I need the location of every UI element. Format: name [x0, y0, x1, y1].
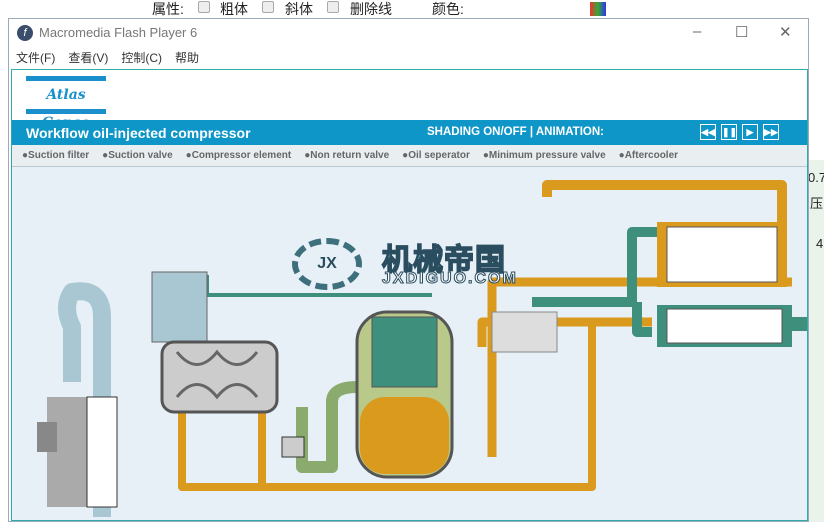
part-suction-filter[interactable]: ●Suction filter: [22, 150, 89, 161]
part-suction-valve[interactable]: ●Suction valve: [102, 150, 173, 161]
flash-stage: Atlas Copco Workflow oil-injected compre…: [11, 69, 808, 521]
close-button[interactable]: ✕: [779, 23, 792, 41]
minimum-pressure-valve: [491, 311, 558, 353]
flash-player-window: f Macromedia Flash Player 6 – ☐ ✕ 文件(F) …: [8, 18, 809, 522]
shading-toggle[interactable]: SHADING ON/OFF | ANIMATION:: [427, 126, 604, 138]
suction-valve: [151, 271, 208, 343]
part-compressor-element[interactable]: ●Compressor element: [186, 150, 292, 161]
atlas-copco-logo: Atlas Copco: [26, 76, 106, 131]
flash-icon: f: [17, 24, 33, 41]
color-picker-icon[interactable]: [590, 2, 606, 16]
part-aftercooler[interactable]: ●Aftercooler: [619, 150, 678, 161]
strike-label: 删除线: [350, 1, 392, 17]
title-bar: f Macromedia Flash Player 6 – ☐ ✕: [9, 19, 808, 46]
props-label: 属性:: [152, 1, 184, 17]
rewind-button[interactable]: ◀◀: [700, 124, 716, 140]
part-non-return-valve[interactable]: ●Non return valve: [304, 150, 389, 161]
maximize-button[interactable]: ☐: [735, 23, 748, 41]
minimize-button[interactable]: –: [693, 23, 701, 40]
color-label: 颜色:: [432, 1, 464, 17]
menu-help[interactable]: 帮助: [175, 49, 199, 66]
part-minimum-pressure-valve[interactable]: ●Minimum pressure valve: [483, 150, 606, 161]
header-bar: Workflow oil-injected compressor SHADING…: [12, 120, 807, 145]
play-button[interactable]: ▶: [742, 124, 758, 140]
discharge-pipe: [296, 381, 358, 473]
menu-view[interactable]: 查看(V): [68, 49, 108, 66]
bold-checkbox[interactable]: [198, 1, 210, 13]
fast-forward-button[interactable]: ▶▶: [763, 124, 779, 140]
strike-checkbox[interactable]: [327, 1, 339, 13]
menu-file[interactable]: 文件(F): [16, 49, 55, 66]
parts-nav: ●Suction filter ●Suction valve ●Compress…: [12, 145, 807, 167]
app-title: Workflow oil-injected compressor: [26, 125, 251, 141]
bold-label: 粗体: [220, 1, 248, 17]
background-sheet: 0.7 压 4: [808, 160, 824, 522]
non-return-valve: [281, 436, 305, 458]
part-oil-separator[interactable]: ●Oil seperator: [402, 150, 470, 161]
italic-label: 斜体: [285, 1, 313, 17]
pause-button[interactable]: ❚❚: [721, 124, 737, 140]
air-pipe-top: [542, 180, 787, 222]
menu-control[interactable]: 控制(C): [121, 49, 162, 66]
window-title: Macromedia Flash Player 6: [39, 25, 198, 40]
compressor-diagram: [37, 180, 807, 517]
cell: 0.7: [808, 170, 824, 185]
italic-checkbox[interactable]: [262, 1, 274, 13]
menu-bar: 文件(F) 查看(V) 控制(C) 帮助: [9, 46, 808, 69]
cell: 压: [810, 196, 824, 211]
watermark-gear-logo: JX: [292, 238, 362, 290]
background-toolbar: 属性: 粗体 斜体 删除线 颜色:: [0, 0, 824, 18]
watermark-url: JXDIGUO.COM: [382, 270, 518, 288]
cell: 4: [816, 236, 824, 251]
